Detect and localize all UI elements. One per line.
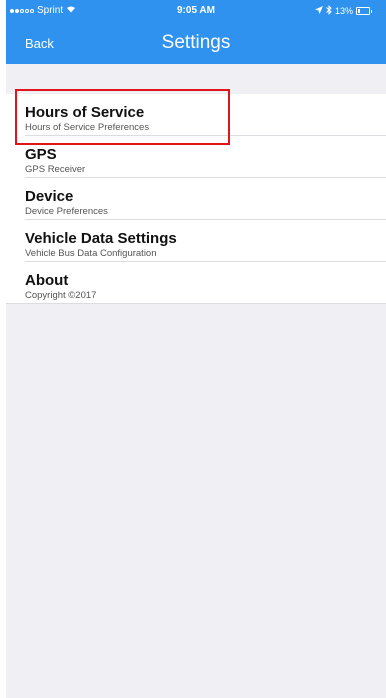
settings-item-subtitle: GPS Receiver [25, 164, 86, 175]
navigation-bar: Back Settings [6, 22, 386, 64]
settings-item-subtitle: Vehicle Bus Data Configuration [25, 248, 157, 259]
status-right: 13% [314, 4, 372, 17]
settings-item-device[interactable]: Device Device Preferences [6, 178, 386, 220]
battery-icon [356, 7, 370, 15]
settings-list: Hours of Service Hours of Service Prefer… [6, 94, 386, 304]
settings-item-vehicle-data-settings[interactable]: Vehicle Data Settings Vehicle Bus Data C… [6, 220, 386, 262]
settings-item-title: Vehicle Data Settings [25, 230, 177, 247]
settings-item-title: GPS [25, 146, 57, 163]
settings-item-subtitle: Hours of Service Preferences [25, 122, 150, 133]
settings-item-about[interactable]: About Copyright ©2017 [6, 262, 386, 304]
settings-item-title: About [25, 272, 69, 289]
settings-item-hours-of-service[interactable]: Hours of Service Hours of Service Prefer… [6, 94, 386, 136]
battery-nub-icon [371, 9, 372, 13]
battery-percent: 13% [334, 6, 353, 16]
page-title: Settings [161, 32, 231, 53]
bluetooth-icon [326, 4, 332, 17]
status-bar: Sprint 9:05 AM 13% [6, 0, 386, 22]
settings-item-title: Device [25, 188, 74, 205]
settings-item-subtitle: Device Preferences [25, 206, 108, 217]
settings-item-subtitle: Copyright ©2017 [25, 290, 97, 301]
location-arrow-icon [314, 6, 323, 16]
settings-item-title: Hours of Service [25, 104, 145, 121]
settings-item-gps[interactable]: GPS GPS Receiver [6, 136, 386, 178]
phone-screen: Sprint 9:05 AM 13% Back Settings Hours o… [6, 0, 386, 698]
